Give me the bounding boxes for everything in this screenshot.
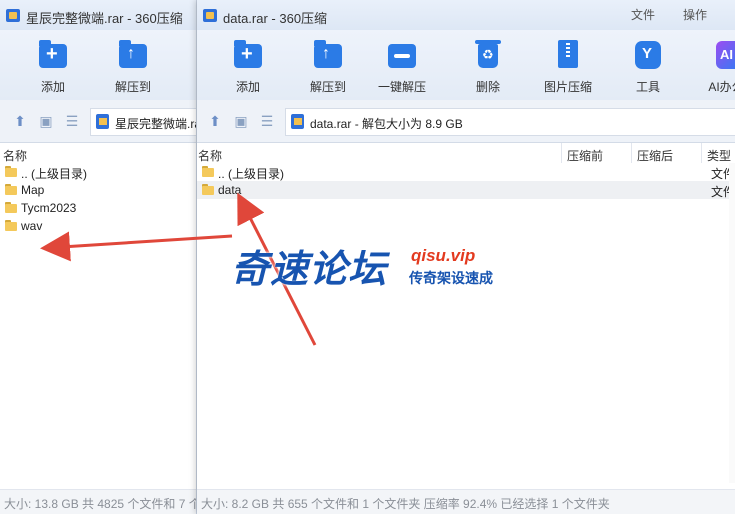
menu-operate[interactable]: 操作 [683, 6, 707, 23]
archive-file-icon [96, 114, 109, 129]
watermark-url: qisu.vip [411, 246, 476, 265]
right-address-text: data.rar - 解包大小为 8.9 GB [310, 117, 463, 131]
left-extract-label: 解压到 [114, 80, 151, 94]
tools-icon: Y [632, 40, 664, 70]
ai-office-label: AI办公 [708, 80, 735, 94]
extract-label: 解压到 [309, 80, 346, 94]
list-item[interactable]: .. (上级目录) [0, 163, 196, 181]
left-column-header: 名称 [0, 143, 196, 163]
right-window-title: data.rar - 360压缩 [223, 11, 328, 26]
image-compress-icon [552, 40, 584, 70]
right-address-bar: ⬆ ▣ ☰ data.rar - 解包大小为 8.9 GB [197, 100, 735, 143]
right-file-list: .. (上级目录) 文件 data 文件 [197, 163, 735, 199]
archive-app-icon [6, 9, 20, 22]
left-address-field[interactable]: 星辰完整微端.rar [90, 108, 196, 136]
watermark-slogan: 传奇架设速成 [409, 270, 493, 286]
one-click-extract-button[interactable]: 一键解压 [367, 40, 437, 95]
list-item-selected[interactable]: data 文件 [197, 181, 735, 199]
folder-icon [5, 220, 17, 231]
list-view-icon[interactable]: ☰ [259, 113, 275, 129]
left-address-bar: ⬆ ▣ ☰ 星辰完整微端.rar [0, 100, 196, 143]
list-item[interactable]: Map [0, 181, 196, 199]
right-toolbar: + 添加 ↑ 解压到 一键解压 ♻ 删除 图片压缩 Y 工具 AI AI办公 [197, 30, 735, 101]
ai-office-icon: AI [710, 40, 735, 70]
folder-icon [5, 202, 17, 213]
left-column-name[interactable]: 名称 [3, 147, 27, 164]
column-after-size[interactable]: 压缩后 [637, 147, 673, 164]
column-divider[interactable] [701, 143, 702, 163]
one-click-extract-icon [386, 40, 418, 70]
folder-icon [5, 166, 17, 177]
left-file-list: .. (上级目录) Map Tycm2023 wav [0, 163, 196, 235]
list-item[interactable]: wav [0, 217, 196, 235]
thumbnail-view-icon[interactable]: ▣ [38, 113, 54, 129]
tools-label: 工具 [635, 80, 660, 94]
add-icon: + [232, 40, 264, 70]
left-status-text: 大小: 13.8 GB 共 4825 个文件和 7 个 [4, 497, 197, 511]
delete-icon: ♻ [472, 40, 504, 70]
extract-icon: ↑ [312, 40, 344, 70]
column-type[interactable]: 类型 [707, 147, 731, 164]
tools-button[interactable]: Y 工具 [613, 40, 683, 95]
folder-icon [5, 184, 17, 195]
right-status-text: 大小: 8.2 GB 共 655 个文件和 1 个文件夹 压缩率 92.4% 已… [201, 497, 610, 511]
file-name: Tycm2023 [21, 201, 77, 215]
up-arrow-icon[interactable]: ⬆ [12, 113, 28, 129]
left-add-button[interactable]: + 添加 [18, 40, 88, 95]
ai-office-button[interactable]: AI AI办公 [691, 40, 735, 95]
up-arrow-icon[interactable]: ⬆ [207, 113, 223, 129]
add-button[interactable]: + 添加 [213, 40, 283, 95]
left-extract-button[interactable]: ↑ 解压到 [98, 40, 168, 95]
delete-label: 删除 [475, 80, 500, 94]
menu-file[interactable]: 文件 [631, 6, 655, 23]
thumbnail-view-icon[interactable]: ▣ [233, 113, 249, 129]
folder-icon [202, 184, 214, 195]
left-add-label: 添加 [40, 80, 65, 94]
left-window-title: 星辰完整微端.rar - 360压缩 [26, 11, 183, 26]
column-name[interactable]: 名称 [198, 147, 222, 164]
column-divider[interactable] [631, 143, 632, 163]
file-name: .. (上级目录) [21, 167, 87, 181]
left-status-bar: 大小: 13.8 GB 共 4825 个文件和 7 个 [0, 489, 196, 514]
right-column-header: 名称 压缩前 压缩后 类型 [197, 143, 735, 163]
archive-app-icon [203, 9, 217, 22]
extract-icon: ↑ [117, 40, 149, 70]
column-before-size[interactable]: 压缩前 [567, 147, 603, 164]
file-name: .. (上级目录) [218, 167, 284, 181]
file-name: wav [21, 219, 43, 233]
image-compress-label: 图片压缩 [543, 80, 592, 94]
list-item[interactable]: .. (上级目录) 文件 [197, 163, 735, 181]
left-address-text: 星辰完整微端.rar [115, 117, 197, 131]
watermark-brand: 奇速论坛 [231, 249, 388, 291]
folder-icon [202, 166, 214, 177]
image-compress-button[interactable]: 图片压缩 [533, 40, 603, 95]
file-name: Map [21, 183, 45, 197]
list-item[interactable]: Tycm2023 [0, 199, 196, 217]
list-view-icon[interactable]: ☰ [64, 113, 80, 129]
one-click-extract-label: 一键解压 [377, 80, 426, 94]
archive-file-icon [291, 114, 304, 129]
file-name: data [218, 183, 242, 197]
add-label: 添加 [235, 80, 260, 94]
left-titlebar[interactable]: 星辰完整微端.rar - 360压缩 [0, 0, 196, 30]
left-toolbar: + 添加 ↑ 解压到 [0, 30, 196, 101]
vertical-scrollbar[interactable] [729, 163, 735, 483]
column-divider[interactable] [561, 143, 562, 163]
right-titlebar[interactable]: data.rar - 360压缩 文件 操作 [197, 0, 735, 30]
right-address-field[interactable]: data.rar - 解包大小为 8.9 GB [285, 108, 735, 136]
add-icon: + [37, 40, 69, 70]
right-status-bar: 大小: 8.2 GB 共 655 个文件和 1 个文件夹 压缩率 92.4% 已… [197, 489, 735, 514]
extract-button[interactable]: ↑ 解压到 [293, 40, 363, 95]
delete-button[interactable]: ♻ 删除 [453, 40, 523, 95]
left-archive-window: 星辰完整微端.rar - 360压缩 + 添加 ↑ 解压到 ⬆ ▣ ☰ 星辰完整… [0, 0, 197, 514]
